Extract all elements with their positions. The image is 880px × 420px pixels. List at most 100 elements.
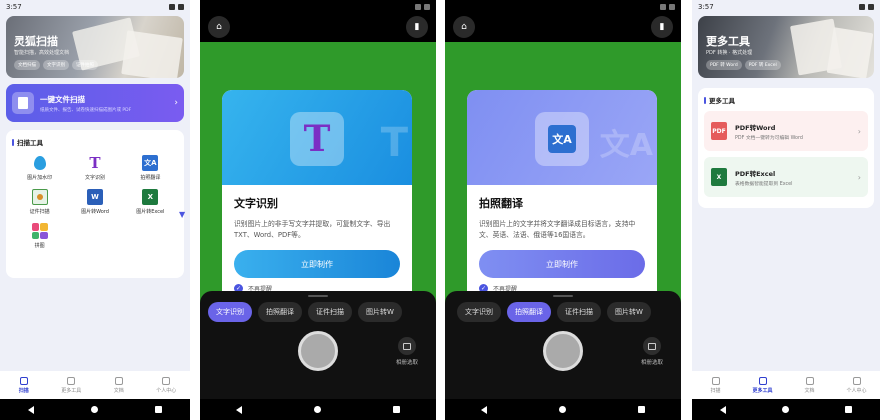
wifi-icon bbox=[169, 4, 175, 10]
word-icon: W bbox=[86, 189, 103, 205]
back-icon[interactable] bbox=[720, 405, 726, 414]
battery-icon bbox=[669, 4, 675, 10]
drag-handle[interactable] bbox=[308, 295, 328, 297]
tool-id-scan[interactable]: 证件扫描 bbox=[12, 189, 67, 215]
tool-label: 图片转Word bbox=[81, 209, 109, 215]
pdf-to-excel-item[interactable]: X PDF转Excel 表格数据智能提取到 Excel › bbox=[704, 157, 868, 197]
back-icon[interactable] bbox=[236, 405, 242, 414]
home-icon[interactable] bbox=[782, 406, 789, 413]
scan-icon bbox=[711, 376, 720, 385]
mode-translate[interactable]: 拍照翻译 bbox=[258, 302, 302, 322]
nav-more-tools[interactable]: 更多工具 bbox=[48, 371, 96, 399]
drag-handle[interactable] bbox=[553, 295, 573, 297]
puzzle-icon bbox=[31, 223, 48, 239]
tool-image-to-excel[interactable]: X 图片转Excel bbox=[123, 189, 178, 215]
recents-icon[interactable] bbox=[845, 406, 852, 413]
status-time: 3:57 bbox=[698, 3, 714, 11]
home-button[interactable]: ⌂ bbox=[208, 16, 230, 38]
nav-scan[interactable]: 扫描 bbox=[692, 371, 739, 399]
home-icon[interactable] bbox=[314, 406, 321, 413]
battery-icon bbox=[178, 4, 184, 10]
tool-collage[interactable]: 拼图 bbox=[12, 223, 67, 249]
nav-more-tools[interactable]: 更多工具 bbox=[739, 371, 786, 399]
recents-icon[interactable] bbox=[393, 406, 400, 413]
mode-translate[interactable]: 拍照翻译 bbox=[507, 302, 551, 322]
hero-banner[interactable]: 灵狐扫描 智能扫描，高效处理文档 文档扫描 文字识别 证件拍照 bbox=[6, 16, 184, 78]
album-button[interactable]: 相册选取 bbox=[641, 337, 663, 366]
home-button[interactable]: ⌂ bbox=[453, 16, 475, 38]
mode-ocr[interactable]: 文字识别 bbox=[208, 302, 252, 322]
folder-icon bbox=[805, 376, 814, 385]
tool-translate[interactable]: 文A 拍照翻译 bbox=[123, 155, 178, 181]
text-T-icon: T bbox=[89, 154, 101, 172]
one-click-subtitle: 纸质文件、报告、试卷快速扫描成图片或 PDF bbox=[40, 107, 132, 113]
mode-id-scan[interactable]: 证件扫描 bbox=[308, 302, 352, 322]
mode-id-scan[interactable]: 证件扫描 bbox=[557, 302, 601, 322]
flash-button[interactable]: ▮ bbox=[406, 16, 428, 38]
nav-scan[interactable]: 扫描 bbox=[0, 371, 48, 399]
mode-selector: 文字识别 拍照翻译 证件扫描 图片转W bbox=[457, 302, 651, 322]
recents-icon[interactable] bbox=[154, 406, 162, 413]
recents-icon[interactable] bbox=[638, 406, 645, 413]
scan-home-screen: 3:57 灵狐扫描 智能扫描，高效处理文档 文档扫描 文字识别 证件拍照 一键文… bbox=[0, 0, 190, 420]
folder-icon bbox=[114, 376, 123, 385]
pdf-to-word-item[interactable]: PDF PDF转Word PDF 文档一键转为可编辑 Word › bbox=[704, 111, 868, 151]
start-button[interactable]: 立即制作 bbox=[234, 250, 400, 279]
tool-label: 拼图 bbox=[34, 243, 45, 249]
home-icon[interactable] bbox=[559, 406, 566, 413]
home-icon: ⌂ bbox=[216, 22, 222, 32]
start-button[interactable]: 立即制作 bbox=[479, 250, 645, 279]
nav-profile[interactable]: 个人中心 bbox=[143, 371, 191, 399]
tools-icon bbox=[758, 376, 767, 385]
battery-icon bbox=[424, 4, 430, 10]
home-icon[interactable] bbox=[90, 406, 98, 413]
document-icon bbox=[12, 92, 34, 114]
flashlight-icon: ▮ bbox=[414, 22, 420, 32]
system-nav-bar bbox=[692, 399, 880, 420]
chevron-right-icon: › bbox=[857, 172, 861, 182]
tool-ocr[interactable]: T 文字识别 bbox=[67, 154, 122, 181]
battery-icon bbox=[868, 4, 874, 10]
excel-icon: X bbox=[711, 168, 727, 186]
system-nav-bar bbox=[445, 399, 681, 420]
nav-label: 更多工具 bbox=[752, 387, 773, 394]
nav-label: 个人中心 bbox=[156, 387, 177, 394]
camera-controls: 文字识别 拍照翻译 证件扫描 图片转W 相册选取 bbox=[200, 291, 436, 399]
status-time: 3:57 bbox=[6, 3, 22, 11]
dialog-title: 文字识别 bbox=[234, 197, 278, 210]
translate-icon: 文A bbox=[599, 128, 653, 163]
nav-documents[interactable]: 文档 bbox=[95, 371, 143, 399]
wifi-icon bbox=[859, 4, 865, 10]
hero-banner[interactable]: 更多工具 PDF 转换 · 格式处理 PDF 转 Word PDF 转 Exce… bbox=[698, 16, 874, 78]
mode-ocr[interactable]: 文字识别 bbox=[457, 302, 501, 322]
more-tools-card: 更多工具 PDF PDF转Word PDF 文档一键转为可编辑 Word › X … bbox=[698, 88, 874, 208]
camera-top-bar bbox=[445, 14, 681, 42]
camera-controls: 文字识别 拍照翻译 证件扫描 图片转W 相册选取 bbox=[445, 291, 681, 399]
chevron-down-icon[interactable]: ▼ bbox=[179, 210, 188, 219]
tool-image-to-word[interactable]: W 图片转Word bbox=[67, 189, 122, 215]
mode-image-to-word[interactable]: 图片转W bbox=[358, 302, 402, 322]
nav-label: 更多工具 bbox=[61, 387, 82, 394]
nav-profile[interactable]: 个人中心 bbox=[833, 371, 880, 399]
status-bar bbox=[445, 0, 681, 14]
nav-documents[interactable]: 文档 bbox=[786, 371, 833, 399]
banner-chip: 文字识别 bbox=[43, 60, 69, 70]
flash-button[interactable]: ▮ bbox=[651, 16, 673, 38]
chevron-right-icon: › bbox=[857, 126, 861, 136]
tool-label: 图片转Excel bbox=[136, 209, 165, 215]
shutter-button[interactable] bbox=[543, 331, 583, 371]
banner-chip: PDF 转 Excel bbox=[744, 60, 781, 70]
item-subtitle: PDF 文档一键转为可编辑 Word bbox=[735, 135, 803, 141]
tool-label: 图片加水印 bbox=[27, 175, 53, 181]
ocr-camera-screen: ⌂ ▮ T T 文字识别 识别图片上的非手写文字并提取，可复制文字、导出TXT、… bbox=[200, 0, 436, 420]
shutter-button[interactable] bbox=[298, 331, 338, 371]
album-button[interactable]: 相册选取 bbox=[396, 337, 418, 366]
back-icon[interactable] bbox=[28, 405, 35, 414]
tool-watermark[interactable]: 图片加水印 bbox=[12, 155, 67, 181]
album-label: 相册选取 bbox=[395, 360, 418, 366]
one-click-scan-card[interactable]: 一键文件扫描 纸质文件、报告、试卷快速扫描成图片或 PDF › bbox=[6, 84, 184, 122]
back-icon[interactable] bbox=[481, 405, 487, 414]
mode-image-to-word[interactable]: 图片转W bbox=[607, 302, 651, 322]
system-nav-bar bbox=[200, 399, 436, 420]
item-title: PDF转Excel bbox=[735, 169, 776, 178]
